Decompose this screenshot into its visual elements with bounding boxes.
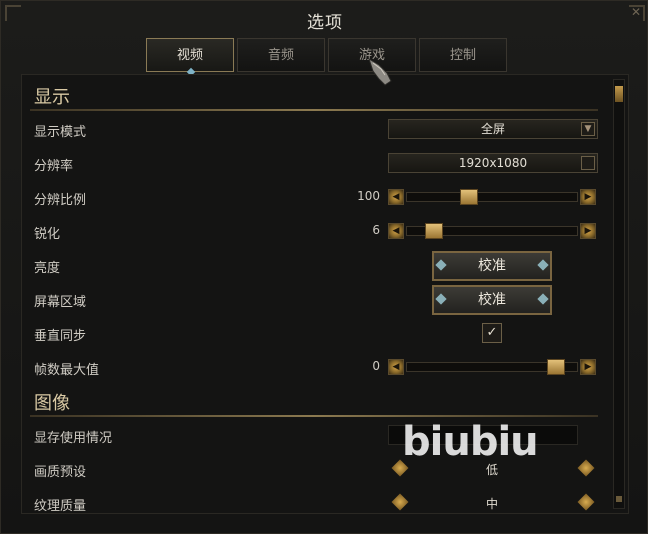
tab-label: 视频 bbox=[176, 48, 203, 63]
slider-thumb[interactable] bbox=[460, 189, 478, 205]
row-label: 纹理质量 bbox=[34, 499, 87, 514]
row-sharpen: 锐化 6 ◀ ▶ bbox=[22, 215, 612, 249]
title-bar: 选项 ✕ bbox=[1, 1, 648, 35]
display-mode-select[interactable]: 全屏 ▼ bbox=[388, 119, 598, 139]
calibrate-brightness-button[interactable]: 校准 bbox=[432, 251, 552, 281]
section-divider bbox=[30, 415, 598, 417]
slider-value: 6 bbox=[372, 223, 380, 237]
row-label: 垂直同步 bbox=[34, 329, 87, 344]
resolution-scale-slider[interactable]: ◀ ▶ bbox=[388, 188, 596, 208]
row-quality-preset: 画质预设 低 bbox=[22, 453, 612, 487]
row-label: 画质预设 bbox=[34, 465, 87, 480]
row-vram-usage: 显存使用情况 biubiu bbox=[22, 419, 612, 465]
arrow-right-icon[interactable] bbox=[577, 459, 595, 477]
settings-panel: 显示 显示模式 全屏 ▼ 分辨率 1920x1080 分辨比例 100 ◀ ▶ … bbox=[21, 74, 629, 514]
tab-bar: 视频 音频 游戏 控制 bbox=[1, 38, 648, 77]
slider-track[interactable] bbox=[406, 359, 578, 375]
check-icon: ✓ bbox=[486, 325, 498, 340]
chevron-down-icon[interactable] bbox=[581, 156, 595, 170]
slider-track[interactable] bbox=[406, 223, 578, 239]
arrow-right-icon[interactable] bbox=[577, 493, 595, 511]
tab-label: 音频 bbox=[267, 48, 294, 63]
tab-audio[interactable]: 音频 bbox=[237, 38, 325, 72]
row-label: 帧数最大值 bbox=[34, 363, 100, 378]
scroll-end-ornament bbox=[616, 496, 622, 502]
slider-thumb[interactable] bbox=[425, 223, 443, 239]
panel-scrollbar[interactable] bbox=[613, 79, 625, 509]
row-resolution: 分辨率 1920x1080 bbox=[22, 147, 612, 181]
row-label: 显存使用情况 bbox=[34, 431, 113, 446]
sharpen-slider[interactable]: ◀ ▶ bbox=[388, 222, 596, 242]
row-brightness: 亮度 校准 bbox=[22, 249, 612, 283]
row-label: 亮度 bbox=[34, 261, 61, 276]
scroll-thumb[interactable] bbox=[615, 86, 623, 102]
row-vsync: 垂直同步 ✓ bbox=[22, 317, 612, 351]
arrow-right-icon[interactable]: ▶ bbox=[580, 223, 596, 239]
section-divider bbox=[30, 109, 598, 111]
row-label: 显示模式 bbox=[34, 125, 87, 140]
tab-label: 控制 bbox=[449, 48, 476, 63]
options-window: 选项 ✕ 视频 音频 游戏 控制 显示 显示模式 全屏 ▼ 分辨率 1920x1… bbox=[0, 0, 648, 534]
gauntlet-cursor-icon bbox=[368, 57, 392, 86]
row-display-mode: 显示模式 全屏 ▼ bbox=[22, 113, 612, 147]
section-title-display: 显示 bbox=[34, 87, 70, 108]
select-value: 1920x1080 bbox=[458, 156, 528, 170]
max-fps-slider[interactable]: ◀ ▶ bbox=[388, 358, 596, 378]
tab-video[interactable]: 视频 bbox=[146, 38, 234, 77]
arrow-left-icon[interactable]: ◀ bbox=[388, 223, 404, 239]
arrow-left-icon[interactable] bbox=[391, 493, 409, 511]
row-label: 分辨率 bbox=[34, 159, 74, 174]
arrow-right-icon[interactable]: ▶ bbox=[580, 189, 596, 205]
row-screen-area: 屏幕区域 校准 bbox=[22, 283, 612, 317]
arrow-left-icon[interactable]: ◀ bbox=[388, 189, 404, 205]
slider-track[interactable] bbox=[406, 189, 578, 205]
chevron-down-icon[interactable]: ▼ bbox=[581, 122, 595, 136]
arrow-left-icon[interactable]: ◀ bbox=[388, 359, 404, 375]
resolution-select[interactable]: 1920x1080 bbox=[388, 153, 598, 173]
row-label: 屏幕区域 bbox=[34, 295, 87, 310]
row-label: 分辨比例 bbox=[34, 193, 87, 208]
stepper-value: 低 bbox=[485, 463, 498, 477]
slider-thumb[interactable] bbox=[547, 359, 565, 375]
row-texture-quality: 纹理质量 中 bbox=[22, 487, 612, 514]
window-title: 选项 bbox=[307, 13, 343, 33]
arrow-right-icon[interactable]: ▶ bbox=[580, 359, 596, 375]
tab-controls[interactable]: 控制 bbox=[419, 38, 507, 72]
stepper-value: 中 bbox=[485, 497, 498, 511]
calibrate-screen-area-button[interactable]: 校准 bbox=[432, 285, 552, 315]
row-label: 锐化 bbox=[34, 227, 61, 242]
slider-value: 0 bbox=[372, 359, 380, 373]
section-title-image: 图像 bbox=[34, 393, 70, 414]
slider-value: 100 bbox=[357, 189, 380, 203]
select-value: 全屏 bbox=[480, 122, 505, 136]
arrow-left-icon[interactable] bbox=[391, 459, 409, 477]
vsync-checkbox[interactable]: ✓ bbox=[482, 323, 502, 343]
row-max-fps: 帧数最大值 0 ◀ ▶ bbox=[22, 351, 612, 385]
row-resolution-scale: 分辨比例 100 ◀ ▶ bbox=[22, 181, 612, 215]
close-icon[interactable]: ✕ bbox=[629, 5, 643, 19]
